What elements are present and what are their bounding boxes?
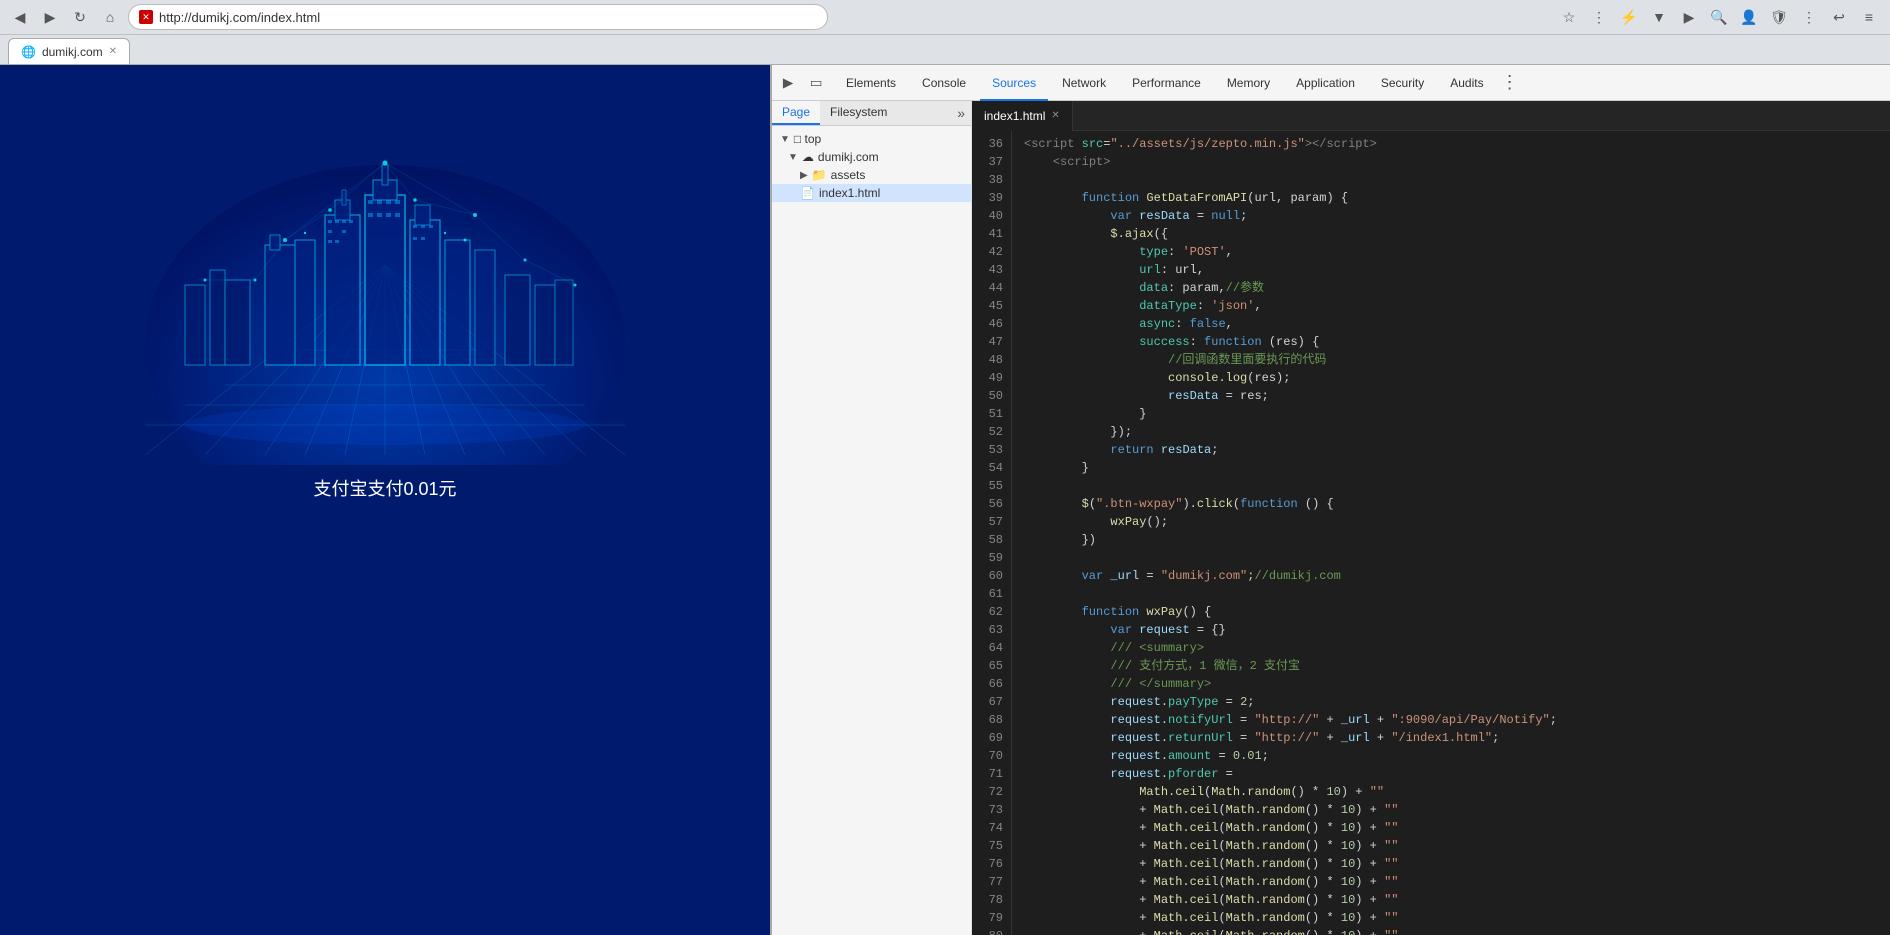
devtools-icons: ▶ ▭ bbox=[776, 71, 828, 95]
tab-favicon: 🌐 bbox=[21, 45, 36, 59]
sources-tab-more[interactable]: » bbox=[951, 101, 971, 125]
tab-dumikj[interactable]: 🌐 dumikj.com ✕ bbox=[8, 38, 130, 64]
code-content: <script src="../assets/js/zepto.min.js">… bbox=[1012, 131, 1890, 935]
home-button[interactable]: ⌂ bbox=[98, 5, 122, 29]
devtools-tab-audits[interactable]: Audits bbox=[1438, 65, 1495, 101]
file-icon: 📄 bbox=[800, 186, 815, 200]
webpage-area: 支付宝支付0.01元 bbox=[0, 65, 770, 935]
sources-sidebar: Page Filesystem » ▼ □ top ▼ ☁ dumikj.com bbox=[772, 101, 972, 935]
devtools-toolbar: ▶ ▭ Elements Console Sources Network Per… bbox=[772, 65, 1890, 101]
folder-icon: 📁 bbox=[812, 168, 827, 182]
grid-button[interactable]: ⋮ bbox=[1586, 4, 1612, 30]
tabs-bar: 🌐 dumikj.com ✕ bbox=[0, 35, 1890, 65]
inspect-element-button[interactable]: ▶ bbox=[776, 71, 800, 95]
tree-item-dumikj[interactable]: ▼ ☁ dumikj.com bbox=[772, 148, 971, 166]
extension1-button[interactable]: ⚡ bbox=[1616, 4, 1642, 30]
devtools-tab-network[interactable]: Network bbox=[1050, 65, 1118, 101]
devtools-tab-console[interactable]: Console bbox=[910, 65, 978, 101]
tree-arrow-assets: ▶ bbox=[800, 170, 808, 181]
tree-arrow-dumikj: ▼ bbox=[788, 152, 798, 163]
devtools-tab-performance[interactable]: Performance bbox=[1120, 65, 1213, 101]
code-editor[interactable]: 3637383940414243444546474849505152535455… bbox=[972, 131, 1890, 935]
refresh-button[interactable]: ↻ bbox=[68, 5, 92, 29]
address-bar[interactable]: ✕ http://dumikj.com/index.html bbox=[128, 4, 828, 30]
devtools-panels-container: Page Filesystem » ▼ □ top ▼ ☁ dumikj.com bbox=[772, 101, 1890, 935]
search-button[interactable]: 🔍 bbox=[1706, 4, 1732, 30]
devtools-more-button[interactable]: ⋮ bbox=[1498, 71, 1522, 95]
account-button[interactable]: 👤 bbox=[1736, 4, 1762, 30]
tree-item-top[interactable]: ▼ □ top bbox=[772, 130, 971, 148]
tree-label-index1html: index1.html bbox=[819, 186, 880, 200]
apps-button[interactable]: ⋮ bbox=[1796, 4, 1822, 30]
tree-label-assets: assets bbox=[831, 168, 866, 182]
forward-button[interactable]: ▶ bbox=[38, 5, 62, 29]
tab-close-button[interactable]: ✕ bbox=[109, 46, 117, 57]
bookmark-button[interactable]: ☆ bbox=[1556, 4, 1582, 30]
menu-button[interactable]: ≡ bbox=[1856, 4, 1882, 30]
undo-button[interactable]: ↩ bbox=[1826, 4, 1852, 30]
code-tabs: index1.html ✕ bbox=[972, 101, 1890, 131]
extension2-button[interactable]: ▼ bbox=[1646, 4, 1672, 30]
sources-tabs: Page Filesystem » bbox=[772, 101, 971, 126]
browser-chrome: ◀ ▶ ↻ ⌂ ✕ http://dumikj.com/index.html ☆… bbox=[0, 0, 1890, 35]
payment-text: 支付宝支付0.01元 bbox=[313, 475, 456, 501]
devtools-tab-security[interactable]: Security bbox=[1369, 65, 1436, 101]
tree-arrow-top: ▼ bbox=[780, 134, 790, 145]
sources-tab-page[interactable]: Page bbox=[772, 101, 820, 125]
cloud-icon: ☁ bbox=[802, 150, 814, 164]
toolbar-right: ☆ ⋮ ⚡ ▼ ▶ 🔍 👤 🛡 ⋮ ↩ ≡ bbox=[1556, 4, 1882, 30]
code-tab-label: index1.html bbox=[984, 101, 1045, 131]
code-editor-area: index1.html ✕ 36373839404142434445464748… bbox=[972, 101, 1890, 935]
devtools-tab-application[interactable]: Application bbox=[1284, 65, 1367, 101]
back-button[interactable]: ◀ bbox=[8, 5, 32, 29]
main-content: 支付宝支付0.01元 ▶ ▭ Elements Console Sources … bbox=[0, 65, 1890, 935]
code-tab-index1[interactable]: index1.html ✕ bbox=[972, 101, 1073, 131]
code-tab-close-button[interactable]: ✕ bbox=[1051, 101, 1059, 131]
devtools-panel: ▶ ▭ Elements Console Sources Network Per… bbox=[770, 65, 1890, 935]
tab-label: dumikj.com bbox=[42, 45, 103, 59]
devtools-tab-elements[interactable]: Elements bbox=[834, 65, 908, 101]
device-toolbar-button[interactable]: ▭ bbox=[804, 71, 828, 95]
devtools-tab-sources[interactable]: Sources bbox=[980, 65, 1048, 101]
tree-item-assets[interactable]: ▶ 📁 assets bbox=[772, 166, 971, 184]
sources-tab-filesystem[interactable]: Filesystem bbox=[820, 101, 897, 125]
tree-item-index1html[interactable]: 📄 index1.html bbox=[772, 184, 971, 202]
user-button[interactable]: ▶ bbox=[1676, 4, 1702, 30]
shield-button[interactable]: 🛡 bbox=[1766, 4, 1792, 30]
city-illustration bbox=[125, 85, 645, 465]
file-tree: ▼ □ top ▼ ☁ dumikj.com ▶ 📁 assets bbox=[772, 126, 971, 935]
site-favicon: ✕ bbox=[139, 10, 153, 24]
devtools-tab-memory[interactable]: Memory bbox=[1215, 65, 1282, 101]
url-text: http://dumikj.com/index.html bbox=[159, 10, 320, 25]
tree-label-top: □ top bbox=[794, 132, 821, 146]
tree-label-dumikj: dumikj.com bbox=[818, 150, 879, 164]
line-numbers: 3637383940414243444546474849505152535455… bbox=[972, 131, 1012, 935]
